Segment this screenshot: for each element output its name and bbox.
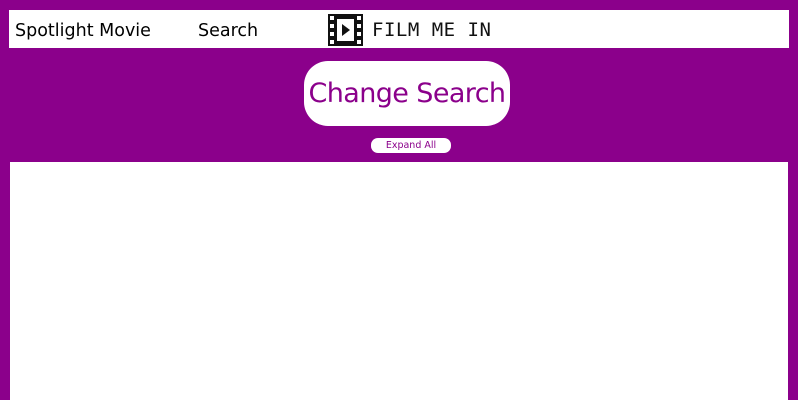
logo-text: FILM ME IN	[372, 19, 492, 41]
film-play-icon	[328, 14, 363, 46]
top-nav-bar: Spotlight Movie Search FILM ME IN	[9, 10, 789, 48]
results-panel	[10, 162, 788, 400]
nav-link-spotlight-movie[interactable]: Spotlight Movie	[15, 10, 151, 48]
nav-link-search[interactable]: Search	[198, 10, 258, 48]
change-search-button[interactable]: Change Search	[304, 61, 510, 126]
expand-all-button[interactable]: Expand All	[371, 138, 451, 153]
site-logo[interactable]: FILM ME IN	[328, 14, 491, 46]
